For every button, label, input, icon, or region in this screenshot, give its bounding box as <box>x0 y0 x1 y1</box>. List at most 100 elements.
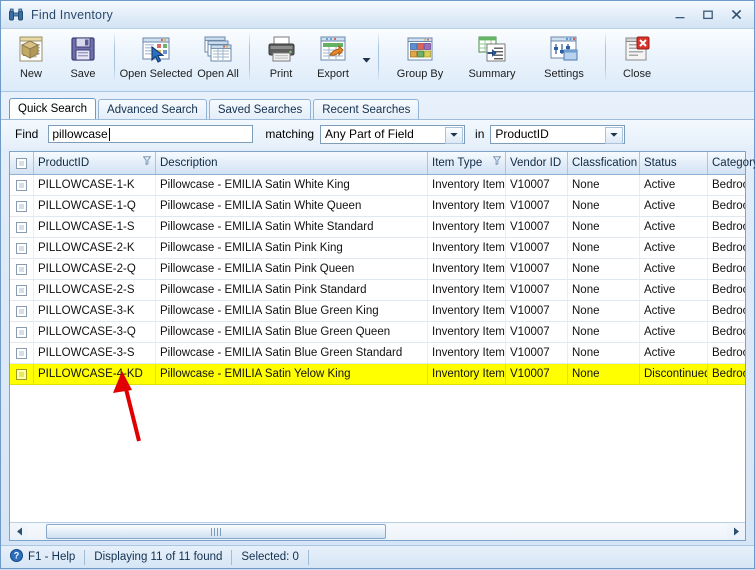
settings-icon <box>548 31 580 67</box>
checkbox-icon[interactable] <box>16 263 27 275</box>
row-checkbox[interactable] <box>10 259 34 279</box>
column-header-pid[interactable]: ProductID <box>34 152 156 174</box>
filter-icon[interactable] <box>492 156 502 168</box>
table-row[interactable]: PILLOWCASE-1-K Pillowcase - EMILIA Satin … <box>10 175 745 196</box>
column-header-vendor[interactable]: Vendor ID <box>506 152 568 174</box>
checkbox-icon[interactable] <box>16 179 27 191</box>
arrow-right-icon[interactable] <box>728 524 744 539</box>
cell-itype: Inventory Item <box>428 217 506 237</box>
quick-search-panel: Find pillowcase matching Any Part of Fie… <box>1 119 754 148</box>
checkbox-icon[interactable] <box>16 368 27 380</box>
cell-cat: Bedroom <box>708 343 745 363</box>
column-header-status[interactable]: Status <box>640 152 708 174</box>
checkbox-icon[interactable] <box>16 221 27 233</box>
help-section[interactable]: ? F1 - Help <box>1 546 84 568</box>
cell-text: Pillowcase - EMILIA Satin Blue Green Sta… <box>160 347 403 359</box>
checkbox-icon[interactable] <box>16 157 27 169</box>
checkbox-icon[interactable] <box>16 242 27 254</box>
cell-status: Active <box>640 217 708 237</box>
title-bar: Find Inventory <box>1 1 754 29</box>
scrollbar-thumb[interactable] <box>46 524 386 539</box>
row-checkbox[interactable] <box>10 175 34 195</box>
export-dropdown-button[interactable] <box>359 31 373 89</box>
settings-button[interactable]: Settings <box>528 31 600 89</box>
toolbar-separator <box>378 32 379 82</box>
close-window-button[interactable]: Close <box>611 31 663 89</box>
checkbox-icon[interactable] <box>16 305 27 317</box>
horizontal-scrollbar[interactable] <box>10 522 745 540</box>
cell-text: Pillowcase - EMILIA Satin Yelow King <box>160 368 351 380</box>
new-button[interactable]: New <box>5 31 57 89</box>
cell-desc: Pillowcase - EMILIA Satin White Queen <box>156 196 428 216</box>
field-select[interactable]: ProductID <box>490 124 626 144</box>
table-row[interactable]: PILLOWCASE-2-Q Pillowcase - EMILIA Satin … <box>10 259 745 280</box>
open-all-button[interactable]: Open All <box>192 31 244 89</box>
save-button-label: Save <box>70 68 96 80</box>
row-checkbox[interactable] <box>10 280 34 300</box>
row-checkbox[interactable] <box>10 217 34 237</box>
column-header-desc[interactable]: Description <box>156 152 428 174</box>
export-button[interactable]: Export <box>307 31 359 89</box>
table-row[interactable]: PILLOWCASE-3-K Pillowcase - EMILIA Satin … <box>10 301 745 322</box>
column-header-label: Vendor ID <box>510 157 562 169</box>
matching-label: matching <box>265 127 315 141</box>
table-row[interactable]: PILLOWCASE-2-S Pillowcase - EMILIA Satin … <box>10 280 745 301</box>
maximize-button[interactable] <box>694 4 722 26</box>
displaying-count: Displaying 11 of 11 found <box>85 546 231 568</box>
minimize-button[interactable] <box>666 4 694 26</box>
matching-select[interactable]: Any Part of Field <box>320 124 466 144</box>
cell-text: None <box>572 263 600 275</box>
in-label: in <box>475 127 485 141</box>
summary-button[interactable]: Summary <box>456 31 528 89</box>
row-checkbox[interactable] <box>10 343 34 363</box>
open-selected-button[interactable]: Open Selected <box>120 31 192 89</box>
close-button[interactable] <box>722 4 750 26</box>
open-all-button-label: Open All <box>197 68 239 80</box>
cell-status: Active <box>640 259 708 279</box>
table-row[interactable]: PILLOWCASE-2-K Pillowcase - EMILIA Satin … <box>10 238 745 259</box>
cell-vendor: V10007 <box>506 238 568 258</box>
table-row[interactable]: PILLOWCASE-4-KD Pillowcase - EMILIA Satin… <box>10 364 745 385</box>
table-row[interactable]: PILLOWCASE-3-Q Pillowcase - EMILIA Satin … <box>10 322 745 343</box>
scrollbar-track[interactable] <box>28 524 727 539</box>
table-row[interactable]: PILLOWCASE-1-S Pillowcase - EMILIA Satin … <box>10 217 745 238</box>
tab-recent-searches[interactable]: Recent Searches <box>313 99 420 119</box>
tab-quick-search[interactable]: Quick Search <box>9 98 97 119</box>
checkbox-icon[interactable] <box>16 347 27 359</box>
filter-icon[interactable] <box>142 156 152 168</box>
select-all-checkbox[interactable] <box>10 152 34 174</box>
status-divider <box>307 549 309 565</box>
cell-text: Active <box>644 305 676 317</box>
column-header-class[interactable]: Classfication <box>568 152 640 174</box>
print-button[interactable]: Print <box>255 31 307 89</box>
cell-text: V10007 <box>510 179 550 191</box>
column-header-cat[interactable]: Category <box>708 152 755 174</box>
cell-text: None <box>572 326 600 338</box>
summary-icon <box>476 31 508 67</box>
table-row[interactable]: PILLOWCASE-1-Q Pillowcase - EMILIA Satin … <box>10 196 745 217</box>
help-icon: ? <box>10 549 23 565</box>
save-button[interactable]: Save <box>57 31 109 89</box>
checkbox-icon[interactable] <box>16 326 27 338</box>
column-header-itype[interactable]: Item Type <box>428 152 506 174</box>
search-input[interactable]: pillowcase <box>48 125 254 143</box>
row-checkbox[interactable] <box>10 196 34 216</box>
group-by-button[interactable]: Group By <box>384 31 456 89</box>
row-checkbox[interactable] <box>10 301 34 321</box>
chevron-down-icon[interactable] <box>445 126 464 144</box>
row-checkbox[interactable] <box>10 364 34 384</box>
row-checkbox[interactable] <box>10 238 34 258</box>
chevron-down-icon[interactable] <box>605 126 624 144</box>
cell-text: Pillowcase - EMILIA Satin Blue Green Kin… <box>160 305 379 317</box>
checkbox-icon[interactable] <box>16 200 27 212</box>
group-by-icon <box>404 31 436 67</box>
table-row[interactable]: PILLOWCASE-3-S Pillowcase - EMILIA Satin … <box>10 343 745 364</box>
cell-text: PILLOWCASE-3-Q <box>38 326 136 338</box>
checkbox-icon[interactable] <box>16 284 27 296</box>
tab-advanced-search[interactable]: Advanced Search <box>98 99 207 119</box>
cell-text: None <box>572 347 600 359</box>
cell-cat: Bedroom <box>708 259 745 279</box>
row-checkbox[interactable] <box>10 322 34 342</box>
tab-saved-searches[interactable]: Saved Searches <box>208 99 312 119</box>
arrow-left-icon[interactable] <box>11 524 27 539</box>
